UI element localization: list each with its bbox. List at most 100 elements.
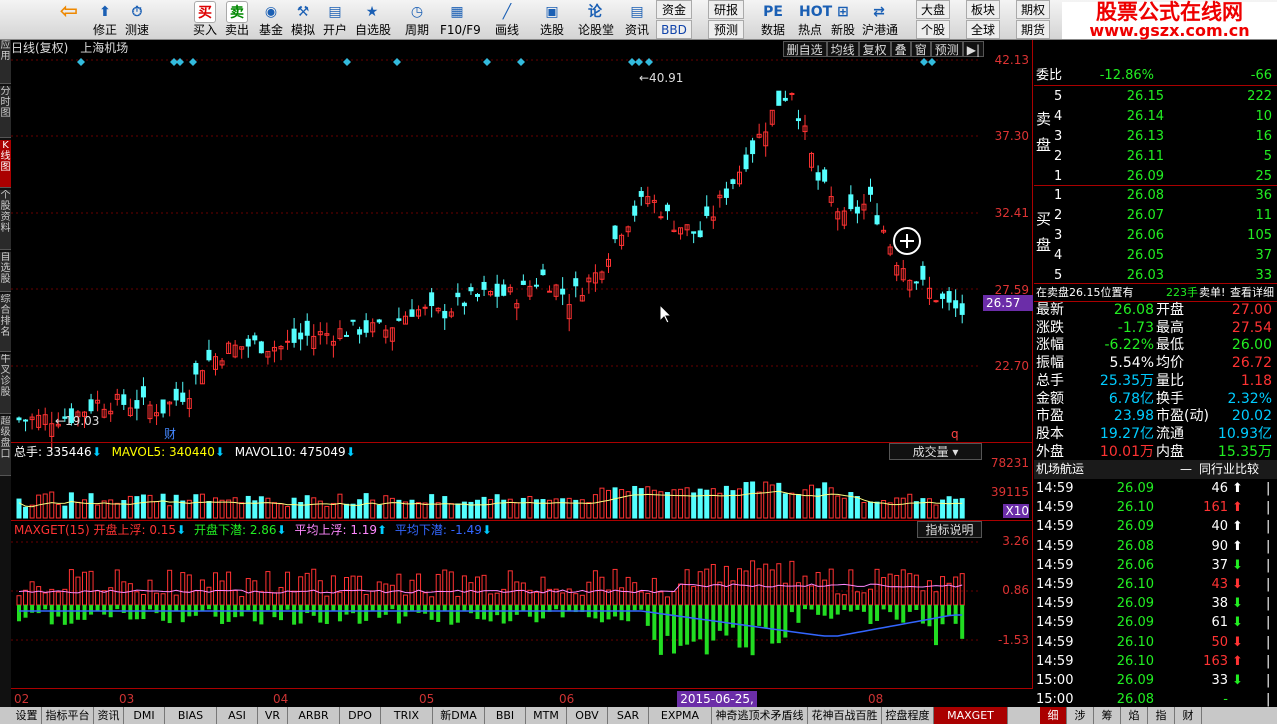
left-tab-1[interactable]: 分时图 [0,86,11,138]
indicator-tab-5[interactable]: ASI [217,707,258,724]
toolbar-small-4[interactable]: 大盘 [916,0,950,19]
indicator-tab-15[interactable]: EXPMA [649,707,712,724]
indicator-tab-0[interactable]: 设置 [12,707,42,724]
indicator-tab-19[interactable]: MAXGET [934,707,1008,724]
toolbar-small-5[interactable]: 个股 [916,20,950,39]
collapse-icon[interactable]: ▶| [962,41,984,57]
kline-button-1[interactable]: 均线 [826,41,859,57]
toolbar-small-7[interactable]: 全球 [966,20,1000,39]
kline-ytick: 42.13 [994,53,1029,67]
toolbar-forum-button[interactable]: 论论股堂 [578,0,614,40]
indicator-tab-11[interactable]: BBI [485,707,526,724]
kline-button-5[interactable]: 预测 [930,41,963,57]
toolbar-stock-pick-button[interactable]: ▣ 选股 [535,0,569,40]
toolbar-fund-button[interactable]: ◉ 基金 [254,0,288,40]
toolbar-small-3[interactable]: 预测 [708,20,744,39]
tick-time: 15:00 [1036,692,1074,708]
indicator-tab-1[interactable]: 指标平台 [42,707,94,724]
left-tab-5[interactable]: 综合排名 [0,294,11,352]
toolbar-back-button[interactable]: ⇦ [52,0,86,40]
volume-bar [540,499,546,519]
kline-button-2[interactable]: 复权 [858,41,891,57]
left-tab-0[interactable]: 应用 [0,40,11,84]
panel-tab-0[interactable]: 细 [1040,707,1067,724]
left-tab-3[interactable]: 个股资料 [0,190,11,250]
indicator-help-button[interactable]: 指标说明 [917,521,982,538]
panel-tab-2[interactable]: 筹 [1094,707,1121,724]
industry-label: 机场航运 [1036,462,1085,476]
left-tab-2[interactable]: K线图 [0,140,11,188]
toolbar-draw-button[interactable]: ╱ 画线 [490,0,524,40]
arrow-up-icon: ⬆ [1232,500,1243,516]
stat-value: 10.01万 [1099,443,1154,460]
indicator-tab-14[interactable]: SAR [608,707,649,724]
maxget-down-bar [914,605,919,610]
toolbar-hk-connect-button[interactable]: ⇄ 沪港通 [862,0,898,40]
toolbar-f10-button[interactable]: ▦ F10/F9 [440,0,481,40]
toolbar-watchlist-button[interactable]: ★ 自选股 [355,0,391,40]
indicator-tab-7[interactable]: ARBR [288,707,340,724]
kline-button-0[interactable]: 删自选 [782,41,827,57]
left-tab-6[interactable]: 牛叉诊股 [0,354,11,414]
toolbar-revise-button[interactable]: ⬆ 修正 [88,0,122,40]
draw-label: 画线 [494,23,519,37]
left-tab-7[interactable]: 超级盘口 [0,416,11,476]
toolbar-small-2[interactable]: 研报 [708,0,744,19]
panel-tab-5[interactable]: 财 [1175,707,1202,724]
maxget-down-bar [717,605,722,631]
maxget-up-bar [121,581,127,606]
indicator-tab-3[interactable]: DMI [124,707,165,724]
kline-button-4[interactable]: 窗 [910,41,931,57]
compare-button[interactable]: 同行业比较 [1199,460,1259,479]
indicator-tab-16[interactable]: 神奇逃顶术矛盾线 [712,707,808,724]
indicator-tab-18[interactable]: 控盘程度 [882,707,934,724]
volume-bar [782,493,788,519]
kline-chart-area[interactable]: ←40.91 ←19.03 财 q 日线(复权) 上海机场 删自选 均线 复权叠窗预测 ▶|… [11,40,1033,688]
toolbar-small-0[interactable]: 资金 [656,0,692,19]
maxget-down-bar [220,605,225,624]
toolbar-sell-button[interactable]: 卖卖出 [220,0,254,40]
toolbar-period-button[interactable]: ◷ 周期 [400,0,434,40]
panel-tab-3[interactable]: 焰 [1121,707,1148,724]
kline-ytick: 22.70 [994,359,1029,373]
kline-buttons: 删自选 均线 复权叠窗预测 ▶| [782,41,984,57]
volume-bar [36,494,42,519]
indicator-tab-13[interactable]: OBV [567,707,608,724]
indicator-tab-8[interactable]: DPO [340,707,381,724]
indicator-tab-12[interactable]: MTM [526,707,567,724]
toolbar-buy-button[interactable]: 买买入 [188,0,222,40]
indicator-tab-10[interactable]: 新DMA [433,707,485,724]
toolbar-hot-button[interactable]: HOT 热点 [793,0,832,40]
toolbar-new-stock-button[interactable]: ⊞ 新股 [826,0,860,40]
toolbar-data-button[interactable]: PE 数据 [756,0,790,40]
event-marker-icon [628,58,636,66]
panel-tab-1[interactable]: 涉 [1067,707,1094,724]
volume-bar [350,503,356,519]
toolbar-small-9[interactable]: 期货 [1016,20,1050,39]
toolbar-small-6[interactable]: 板块 [966,0,1000,19]
maxget-down-bar [960,605,965,639]
toolbar-small-1[interactable]: BBD [656,20,692,39]
volume-bar [776,482,782,519]
indicator-tab-6[interactable]: VR [258,707,288,724]
kline-button-3[interactable]: 叠 [890,41,911,57]
left-tab-4[interactable]: 自选股 [0,252,11,292]
maxget-up-bar [488,593,494,606]
notice-link[interactable]: 查看详细 [1230,283,1274,302]
panel-tab-4[interactable]: 指 [1148,707,1175,724]
indicator-tab-9[interactable]: TRIX [381,707,433,724]
candle-up [933,300,939,303]
tick-time: 14:59 [1036,653,1074,669]
tick-price: 26.09 [1116,615,1154,631]
toolbar-small-8[interactable]: 期权 [1016,0,1050,19]
indicator-tab-2[interactable]: 资讯 [94,707,124,724]
toolbar-info-button[interactable]: ▤ 资讯 [620,0,654,40]
volume-bar [920,498,926,519]
indicator-tab-4[interactable]: BIAS [165,707,217,724]
toolbar-open-account-button[interactable]: ▤ 开户 [318,0,352,40]
toolbar-simulate-button[interactable]: ⚒ 模拟 [286,0,320,40]
indicator-tab-17[interactable]: 花神百战百胜 [808,707,882,724]
volume-dropdown[interactable]: 成交量 ▾ [889,443,982,460]
toolbar-test-button[interactable]: ⏱ 测速 [120,0,154,40]
maxget-up-bar [835,593,841,606]
